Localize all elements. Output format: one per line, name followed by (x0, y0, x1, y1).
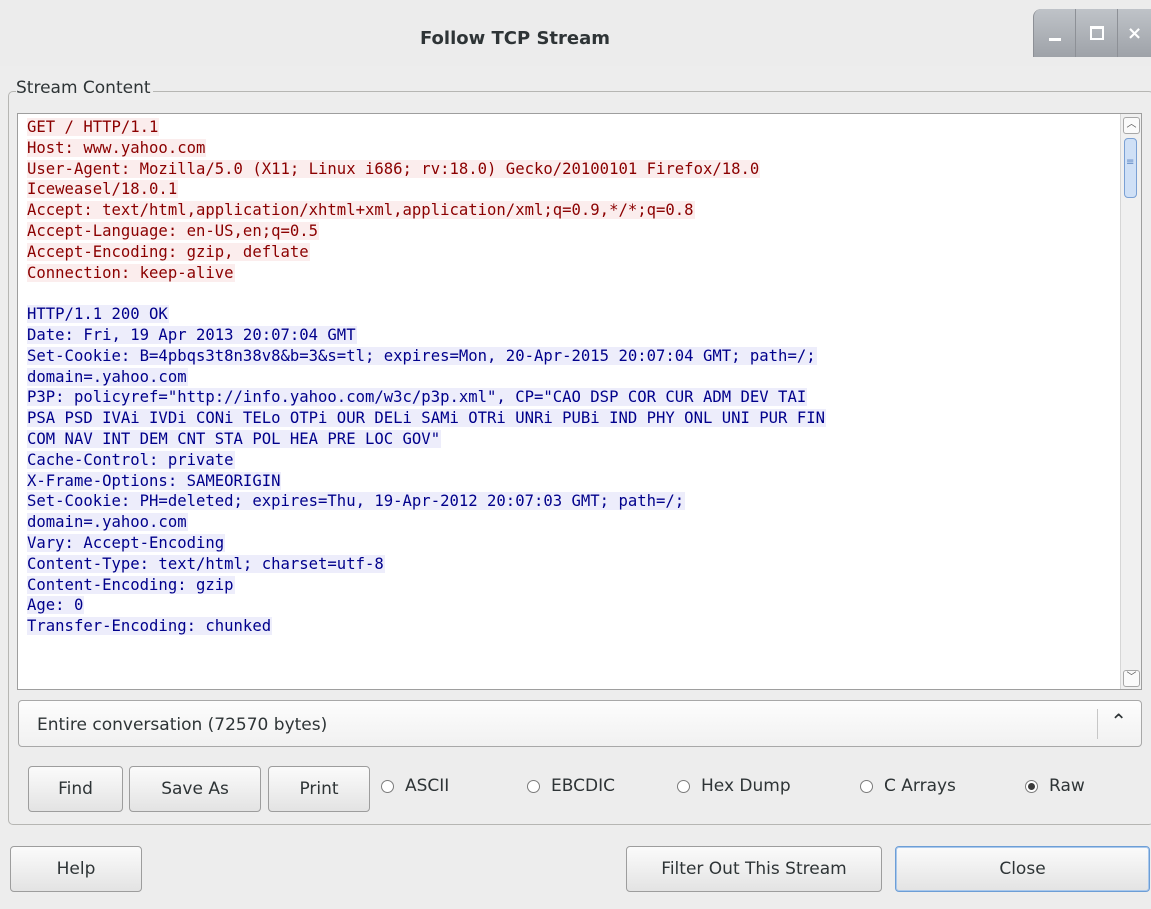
request-line-text: Accept-Language: en-US,en;q=0.5 (27, 221, 320, 240)
response-line: P3P: policyref="http://info.yahoo.com/w3… (27, 387, 1125, 408)
response-line-text: domain=.yahoo.com (27, 367, 188, 386)
request-line-text: Iceweasel/18.0.1 (27, 180, 179, 199)
request-line: Accept: text/html,application/xhtml+xml,… (27, 200, 1125, 221)
format-radio-raw[interactable]: Raw (1025, 776, 1085, 796)
conversation-select-value: Entire conversation (72570 bytes) (37, 715, 328, 735)
window-title: Follow TCP Stream (419, 28, 611, 49)
request-line: Accept-Encoding: gzip, deflate (27, 242, 1125, 263)
response-line: COM NAV INT DEM CNT STA POL HEA PRE LOC … (27, 429, 1125, 450)
response-line-text: P3P: policyref="http://info.yahoo.com/w3… (27, 388, 808, 407)
request-line-text: GET / HTTP/1.1 (27, 118, 160, 136)
stream-content-label: Stream Content (16, 78, 153, 98)
request-line-text: Accept-Encoding: gzip, deflate (27, 242, 310, 261)
save-as-button[interactable]: Save As (129, 766, 261, 812)
format-radio-ebcdic[interactable]: EBCDIC (527, 776, 615, 796)
response-line: Set-Cookie: B=4pbqs3t8n38v8&b=3&s=tl; ex… (27, 346, 1125, 367)
response-line-text: Content-Type: text/html; charset=utf-8 (27, 554, 385, 573)
stream-text: GET / HTTP/1.1 Host: www.yahoo.com User-Ag… (27, 117, 1125, 637)
radio-c-arrays-label: C Arrays (884, 776, 956, 796)
radio-ascii-label: ASCII (405, 776, 450, 796)
response-line-text: Transfer-Encoding: chunked (27, 617, 273, 636)
scroll-up-icon[interactable]: ︿ (1123, 117, 1140, 134)
minimize-button[interactable] (1033, 9, 1075, 57)
request-line: Iceweasel/18.0.1 (27, 179, 1125, 200)
response-line-text: PSA PSD IVAi IVDi CONi TELo OTPi OUR DEL… (27, 409, 826, 428)
conversation-select[interactable]: Entire conversation (72570 bytes) ⌃ (18, 700, 1142, 747)
request-line: Connection: keep-alive (27, 263, 1125, 284)
response-line: domain=.yahoo.com (27, 367, 1125, 388)
radio-ascii-icon (381, 779, 394, 793)
request-line-text: Accept: text/html,application/xhtml+xml,… (27, 201, 695, 220)
close-window-button[interactable]: × (1117, 9, 1151, 57)
response-line-text: Cache-Control: private (27, 450, 235, 469)
format-radio-hex-dump[interactable]: Hex Dump (677, 776, 791, 796)
response-line: Age: 0 (27, 595, 1125, 616)
combo-divider (1097, 709, 1098, 739)
radio-raw-label: Raw (1049, 776, 1085, 796)
stream-text-view[interactable]: GET / HTTP/1.1 Host: www.yahoo.com User-Ag… (17, 113, 1142, 690)
response-line-text: domain=.yahoo.com (27, 513, 188, 532)
response-line: Content-Encoding: gzip (27, 575, 1125, 596)
close-icon: × (1126, 22, 1143, 44)
response-line: PSA PSD IVAi IVDi CONi TELo OTPi OUR DEL… (27, 408, 1125, 429)
response-line: Transfer-Encoding: chunked (27, 616, 1125, 637)
scroll-down-icon[interactable]: ﹀ (1123, 670, 1140, 687)
radio-ebcdic-label: EBCDIC (551, 776, 615, 796)
minimize-icon (1048, 37, 1061, 41)
response-line-text: Content-Encoding: gzip (27, 575, 235, 594)
vertical-scrollbar[interactable]: ︿ ﹀ (1120, 114, 1141, 689)
response-line-text: Set-Cookie: B=4pbqs3t8n38v8&b=3&s=tl; ex… (27, 346, 817, 365)
request-line-text: Host: www.yahoo.com (27, 138, 207, 157)
radio-ebcdic-icon (527, 779, 540, 793)
format-radio-ascii[interactable]: ASCII (381, 776, 449, 796)
response-line: HTTP/1.1 200 OK (27, 304, 1125, 325)
updown-chevron-icon: ⌃ (1110, 709, 1127, 733)
response-line: Content-Type: text/html; charset=utf-8 (27, 554, 1125, 575)
response-line-text: Set-Cookie: PH=deleted; expires=Thu, 19-… (27, 492, 686, 511)
response-line: Vary: Accept-Encoding (27, 533, 1125, 554)
response-line: Cache-Control: private (27, 450, 1125, 471)
request-line-text: User-Agent: Mozilla/5.0 (X11; Linux i686… (27, 159, 761, 178)
response-line-text: COM NAV INT DEM CNT STA POL HEA PRE LOC … (27, 429, 442, 448)
format-radio-c-arrays[interactable]: C Arrays (860, 776, 956, 796)
radio-hex-dump-icon (677, 779, 690, 793)
request-line: Host: www.yahoo.com (27, 138, 1125, 159)
response-line: domain=.yahoo.com (27, 512, 1125, 533)
radio-c-arrays-icon (860, 779, 873, 793)
response-line: Set-Cookie: PH=deleted; expires=Thu, 19-… (27, 491, 1125, 512)
filter-out-stream-button[interactable]: Filter Out This Stream (626, 846, 882, 892)
close-button[interactable]: Close (895, 846, 1150, 892)
response-line-text: Date: Fri, 19 Apr 2013 20:07:04 GMT (27, 325, 357, 344)
request-line: Accept-Language: en-US,en;q=0.5 (27, 221, 1125, 242)
find-button[interactable]: Find (28, 766, 123, 812)
request-line-text: Connection: keep-alive (27, 263, 235, 282)
print-button[interactable]: Print (268, 766, 370, 812)
response-line-text: X-Frame-Options: SAMEORIGIN (27, 471, 282, 490)
response-line: Date: Fri, 19 Apr 2013 20:07:04 GMT (27, 325, 1125, 346)
request-line: User-Agent: Mozilla/5.0 (X11; Linux i686… (27, 159, 1125, 180)
maximize-button[interactable] (1075, 9, 1117, 57)
request-line: GET / HTTP/1.1 (27, 117, 1125, 138)
radio-raw-icon (1025, 779, 1038, 793)
maximize-icon (1089, 26, 1104, 40)
response-line-text: Vary: Accept-Encoding (27, 533, 226, 552)
response-line: X-Frame-Options: SAMEORIGIN (27, 471, 1125, 492)
scrollbar-thumb[interactable] (1124, 138, 1137, 198)
follow-tcp-stream-dialog: Follow TCP Stream × Stream Content GET /… (0, 0, 1151, 909)
window-controls: × (1033, 9, 1151, 67)
radio-hex-dump-label: Hex Dump (701, 776, 791, 796)
help-button[interactable]: Help (10, 846, 142, 892)
response-line-text: Age: 0 (27, 596, 85, 615)
title-bar[interactable]: Follow TCP Stream × (0, 0, 1151, 66)
response-line-text: HTTP/1.1 200 OK (27, 305, 169, 324)
